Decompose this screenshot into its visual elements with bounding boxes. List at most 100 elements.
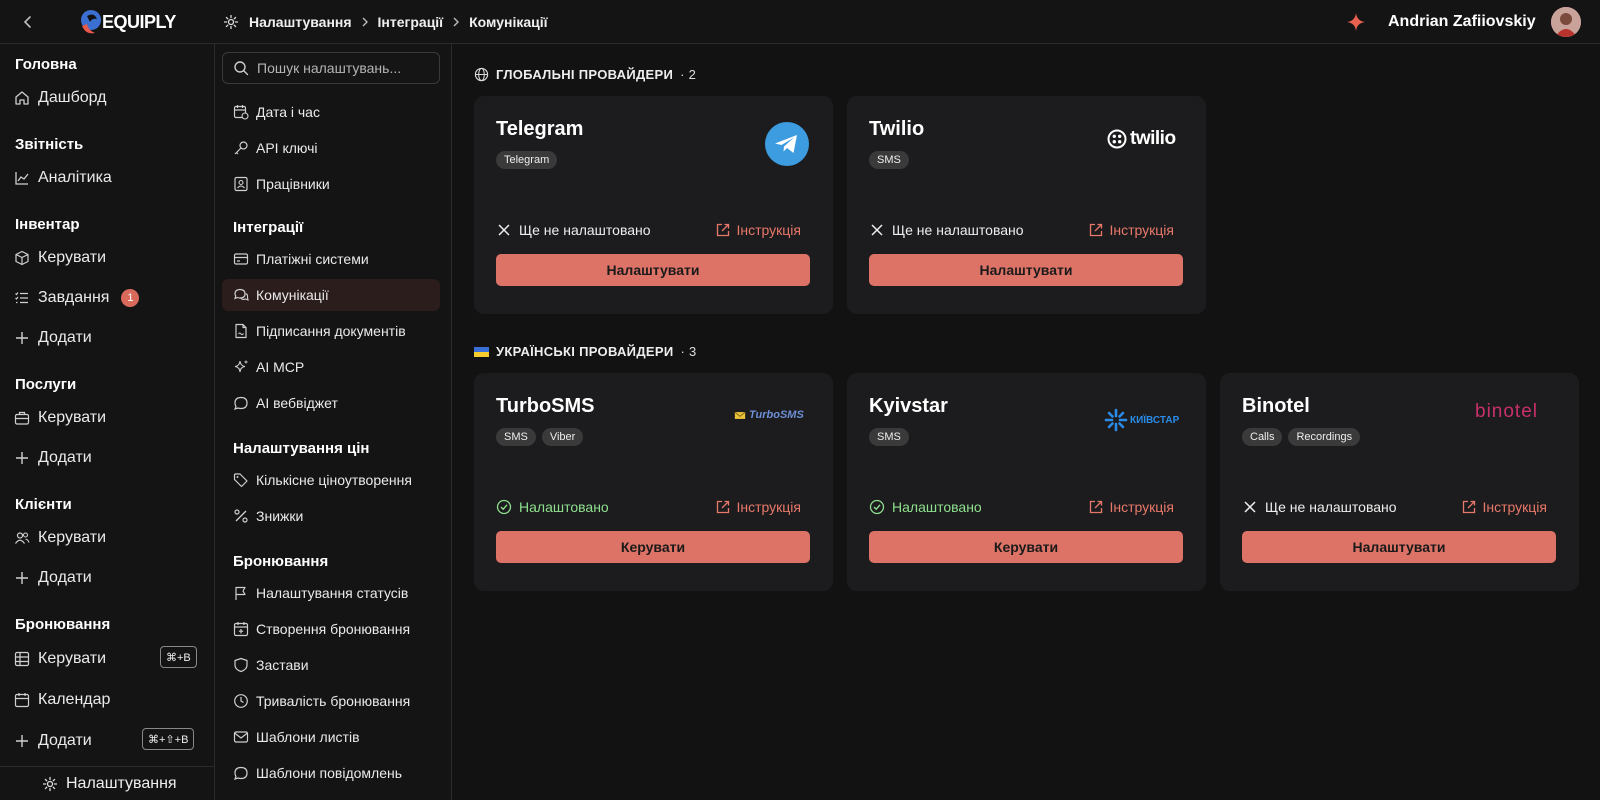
settings-item-label: Шаблони листів xyxy=(256,729,360,745)
provider-name: Twilio xyxy=(869,118,925,140)
avatar[interactable] xyxy=(1551,7,1581,37)
back-chevron-icon[interactable] xyxy=(18,12,38,32)
turbosms-wordmark: TurboSMS xyxy=(749,409,804,421)
sidebar-item-bookings-manage[interactable]: Керувати xyxy=(14,648,106,670)
sidebar-item-bookings-add[interactable]: Додати xyxy=(14,730,92,752)
settings-item-discounts[interactable]: Знижки xyxy=(222,500,440,532)
guide-link[interactable]: Інструкція xyxy=(1088,497,1175,517)
sidebar-item-services-manage[interactable]: Керувати xyxy=(14,407,106,429)
top-bar: EQUIPLY Налаштування Інтеграції Комуніка… xyxy=(0,0,1600,44)
settings-item-quantity-pricing[interactable]: Кількісне ціноутворення xyxy=(222,464,440,496)
key-icon xyxy=(233,140,249,156)
settings-item-email-templates[interactable]: Шаблони листів xyxy=(222,721,440,753)
guide-label: Інструкція xyxy=(1109,499,1175,515)
settings-item-label: API ключі xyxy=(256,140,318,156)
manage-button[interactable]: Керувати xyxy=(869,531,1183,563)
channel-tag: SMS xyxy=(869,151,909,169)
sidebar-item-label: Додати xyxy=(38,732,92,749)
tasks-count-badge: 1 xyxy=(121,289,140,307)
sidebar-item-label: Додати xyxy=(38,569,92,586)
settings-item-api-keys[interactable]: API ключі xyxy=(222,132,440,164)
guide-label: Інструкція xyxy=(1109,222,1175,238)
settings-group-title: Інтеграції xyxy=(233,219,304,236)
section-title: УКРАЇНСЬКІ ПРОВАЙДЕРИ xyxy=(496,344,674,359)
gear-icon xyxy=(223,14,239,30)
guide-link[interactable]: Інструкція xyxy=(715,220,801,240)
shortcut-badge: ⌘+⇧+B xyxy=(142,728,195,750)
sparkles-icon xyxy=(233,359,249,375)
sparkle-icon[interactable] xyxy=(1347,13,1365,31)
search-input[interactable] xyxy=(257,60,427,76)
settings-item-label: Налаштування статусів xyxy=(256,585,409,601)
shortcut-badge: ⌘+B xyxy=(160,646,197,668)
sidebar-item-tasks[interactable]: Завдання 1 xyxy=(14,287,140,309)
close-icon xyxy=(496,222,512,238)
channel-tag: Viber xyxy=(541,428,584,446)
search-icon xyxy=(233,60,249,76)
sidebar-item-clients-add[interactable]: Додати xyxy=(14,567,92,589)
configure-button[interactable]: Налаштувати xyxy=(869,254,1183,286)
user-name[interactable]: Andrian Zafiiovskiy xyxy=(1388,13,1536,31)
configure-button[interactable]: Налаштувати xyxy=(1242,531,1556,563)
sidebar-group-title: Звітність xyxy=(15,136,84,153)
sidebar-item-inventory-manage[interactable]: Керувати xyxy=(14,247,106,269)
settings-group-title: Бронювання xyxy=(233,553,329,570)
breadcrumb-communications: Комунікації xyxy=(469,14,548,30)
settings-item-communications[interactable]: Комунікації xyxy=(222,279,440,311)
plus-icon xyxy=(14,450,30,466)
settings-item-employees[interactable]: Працівники xyxy=(222,168,440,200)
sidebar-settings-link[interactable]: Налаштування xyxy=(0,766,214,800)
sidebar-item-label: Керувати xyxy=(38,409,107,426)
app-logo[interactable]: EQUIPLY xyxy=(78,8,176,36)
sidebar-item-dashboard[interactable]: Дашборд xyxy=(14,87,107,109)
status-configured: Налаштовано xyxy=(496,497,609,517)
guide-label: Інструкція xyxy=(736,499,802,515)
sidebar-item-label: Календар xyxy=(38,691,111,708)
settings-item-ai-widget[interactable]: AI вебвіджет xyxy=(222,387,440,419)
sidebar-item-clients-manage[interactable]: Керувати xyxy=(14,527,106,549)
guide-link[interactable]: Інструкція xyxy=(1088,220,1175,240)
settings-item-label: Застави xyxy=(256,657,309,673)
percent-icon xyxy=(233,508,249,524)
channel-tag: Recordings xyxy=(1288,428,1361,446)
settings-item-deposits[interactable]: Застави xyxy=(222,649,440,681)
breadcrumb-settings[interactable]: Налаштування xyxy=(249,14,352,30)
sidebar-item-services-add[interactable]: Додати xyxy=(14,447,92,469)
settings-item-payments[interactable]: Платіжні системи xyxy=(222,243,440,275)
provider-tags: Calls Recordings xyxy=(1242,428,1361,446)
settings-item-duration[interactable]: Тривалість бронювання xyxy=(222,685,440,717)
settings-item-booking-creation[interactable]: Створення бронювання xyxy=(222,613,440,645)
close-icon xyxy=(1242,499,1258,515)
check-circle-icon xyxy=(496,499,512,515)
settings-item-label: Підписання документів xyxy=(256,323,406,339)
settings-item-statuses[interactable]: Налаштування статусів xyxy=(222,577,440,609)
status-text: Налаштовано xyxy=(519,499,609,515)
settings-item-label: Платіжні системи xyxy=(256,251,369,267)
settings-item-ai-mcp[interactable]: AI MCP xyxy=(222,351,440,383)
sidebar-item-calendar[interactable]: Календар xyxy=(14,689,110,711)
chat-bubble-icon xyxy=(233,765,249,781)
breadcrumb-integrations[interactable]: Інтеграції xyxy=(378,14,444,30)
settings-item-datetime[interactable]: Дата і час xyxy=(222,96,440,128)
external-link-icon xyxy=(715,499,731,515)
settings-search[interactable] xyxy=(222,52,440,84)
settings-item-message-templates[interactable]: Шаблони повідомлень xyxy=(222,757,440,789)
provider-card-kyivstar: Kyivstar SMS КИЇВСТАР Налаштовано Інстру… xyxy=(847,373,1206,591)
manage-button[interactable]: Керувати xyxy=(496,531,810,563)
settings-item-doc-signing[interactable]: Підписання документів xyxy=(222,315,440,347)
guide-link[interactable]: Інструкція xyxy=(1461,497,1547,517)
status-configured: Налаштовано xyxy=(869,497,982,517)
sidebar-item-label: Керувати xyxy=(38,249,107,266)
sidebar-item-analytics[interactable]: Аналітика xyxy=(14,167,112,189)
status-not-configured: Ще не налаштовано xyxy=(496,220,651,240)
settings-item-label: AI MCP xyxy=(256,359,305,375)
settings-item-label: Комунікації xyxy=(256,287,329,303)
settings-item-label: Тривалість бронювання xyxy=(256,693,411,709)
chart-icon xyxy=(14,170,30,186)
configure-button[interactable]: Налаштувати xyxy=(496,254,810,286)
settings-item-label: Знижки xyxy=(256,508,304,524)
guide-link[interactable]: Інструкція xyxy=(715,497,802,517)
sidebar-item-label: Дашборд xyxy=(38,89,107,106)
channel-tag: SMS xyxy=(496,428,536,446)
sidebar-item-inventory-add[interactable]: Додати xyxy=(14,327,92,349)
